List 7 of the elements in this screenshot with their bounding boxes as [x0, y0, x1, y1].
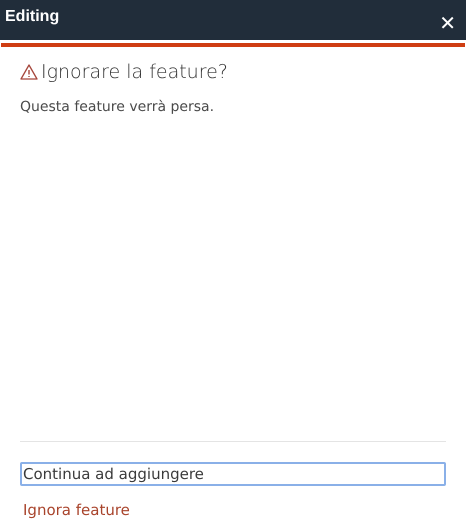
window-title: Editing [5, 8, 60, 26]
action-button[interactable]: Continua ad aggiungere [20, 462, 446, 486]
close-button[interactable]: ✕ [435, 11, 460, 35]
dialog-message: Questa feature verrà persa. [20, 99, 216, 115]
warning-icon [20, 64, 38, 80]
action-button[interactable]: Ignora feature [20, 498, 446, 522]
dialog-title: Ignorare la feature? [41, 61, 228, 83]
